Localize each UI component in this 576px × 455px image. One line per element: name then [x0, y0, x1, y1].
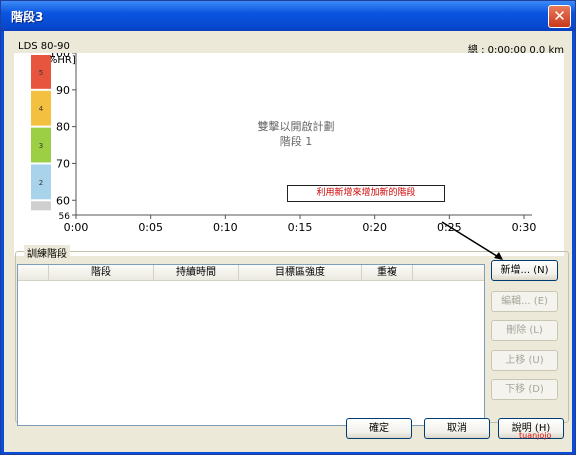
chart-placeholder-line2: 階段 1	[280, 134, 313, 148]
y-tick-label: 60	[56, 194, 70, 207]
zone-label-5: 5	[39, 69, 43, 77]
steps-table[interactable]: 階段 持續時間 目標區強度 重複	[17, 264, 485, 426]
col-repeat[interactable]: 重複	[362, 265, 413, 280]
delete-step-button[interactable]: 刪除 (L)	[491, 320, 558, 341]
x-tick-label: 0:30	[512, 221, 537, 234]
x-tick-label: 0:05	[138, 221, 163, 234]
col-target[interactable]: 目標區強度	[239, 265, 362, 280]
chart-svg: [%HR]543210090807060560:00 0:05 0:10 0:15 0:…	[31, 53, 537, 234]
workout-chart[interactable]: [%HR] 5 4 3 2 100 90 80 70 60 56 0:00 0:05 0:10 0:15 0:…	[14, 53, 564, 256]
close-icon: ✕	[553, 7, 566, 25]
ok-button[interactable]: 確定	[346, 418, 412, 439]
x-tick-label: 0:25	[437, 221, 462, 234]
zone-label-4: 4	[39, 105, 44, 113]
dialog-client: LDS 80-90 總 : 0:00:00 0.0 km [%HR] 5 4 3 2 10…	[4, 31, 572, 452]
title-bar[interactable]: 階段3 ✕	[1, 1, 575, 31]
y-tick-label: 90	[56, 84, 70, 97]
callout-box: 利用新增來增加新的階段	[287, 185, 445, 202]
col-step[interactable]: 階段	[49, 265, 154, 280]
col-duration[interactable]: 持續時間	[154, 265, 239, 280]
steps-group-label: 訓練階段	[24, 245, 70, 260]
x-tick-label: 0:00	[64, 221, 89, 234]
col-filler	[413, 265, 484, 280]
x-tick-label: 0:15	[288, 221, 313, 234]
signature: tuanjojo	[519, 431, 552, 440]
move-up-button[interactable]: 上移 (U)	[491, 350, 558, 371]
close-button[interactable]: ✕	[548, 5, 571, 28]
window-title: 階段3	[11, 10, 44, 24]
add-step-button[interactable]: 新增... (N)	[491, 260, 558, 281]
dialog-window: 階段3 ✕ LDS 80-90 總 : 0:00:00 0.0 km [%HR]…	[0, 0, 576, 455]
col-check	[18, 265, 49, 280]
steps-table-header: 階段 持續時間 目標區強度 重複	[18, 265, 484, 281]
cancel-button[interactable]: 取消	[424, 418, 490, 439]
y-tick-label: 70	[56, 157, 70, 170]
chart-placeholder-line1: 雙擊以開啟計劃	[258, 119, 335, 133]
y-tick-label: 100	[49, 53, 70, 60]
zone-label-3: 3	[39, 142, 43, 150]
move-down-button[interactable]: 下移 (D)	[491, 379, 558, 400]
x-tick-label: 0:10	[213, 221, 238, 234]
workout-name: LDS 80-90	[18, 41, 70, 52]
zone-base	[31, 201, 51, 211]
x-tick-label: 0:20	[362, 221, 387, 234]
y-tick-label: 80	[56, 121, 70, 134]
zone-label-2: 2	[39, 179, 43, 187]
edit-step-button[interactable]: 編輯... (E)	[491, 291, 558, 312]
